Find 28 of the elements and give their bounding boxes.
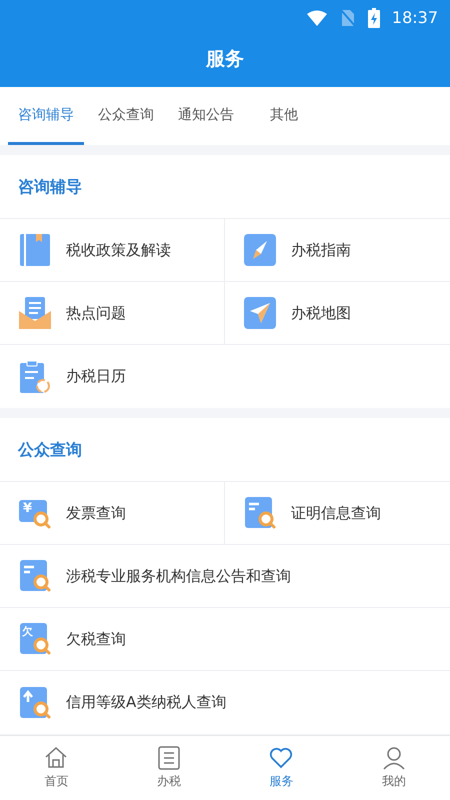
nav-item[interactable]: 服务 — [225, 736, 338, 800]
calendar-icon — [18, 360, 52, 394]
wifi-icon — [306, 10, 328, 26]
document-search-icon — [18, 559, 52, 593]
heart-icon — [269, 746, 294, 770]
service-item[interactable]: 税收政策及解读 — [0, 219, 225, 282]
person-icon — [382, 746, 406, 770]
service-item[interactable]: 热点问题 — [0, 282, 225, 345]
nav-item[interactable]: 首页 — [0, 736, 112, 800]
list-icon — [156, 746, 181, 770]
tab[interactable]: 通知公告 — [168, 87, 244, 145]
no-sim-icon — [340, 8, 356, 26]
tab[interactable]: 咨询辅导 — [8, 87, 84, 145]
home-icon — [44, 746, 68, 770]
book-icon — [18, 233, 52, 267]
document-search-icon — [243, 496, 277, 530]
compass-icon — [243, 233, 277, 267]
page-title: 服务 — [204, 47, 245, 72]
nav-item[interactable]: 我的 — [338, 736, 450, 800]
up-arrow-search-icon — [18, 686, 52, 720]
nav-item[interactable]: 办税 — [112, 736, 225, 800]
paper-plane-icon — [243, 296, 277, 330]
status-time: 18:37 — [392, 8, 438, 27]
service-item[interactable]: ¥ 发票查询 — [0, 482, 225, 545]
tab[interactable]: 其他 — [260, 87, 308, 145]
envelope-icon — [18, 296, 52, 330]
tab[interactable]: 公众查询 — [88, 87, 164, 145]
battery-icon — [368, 8, 380, 28]
